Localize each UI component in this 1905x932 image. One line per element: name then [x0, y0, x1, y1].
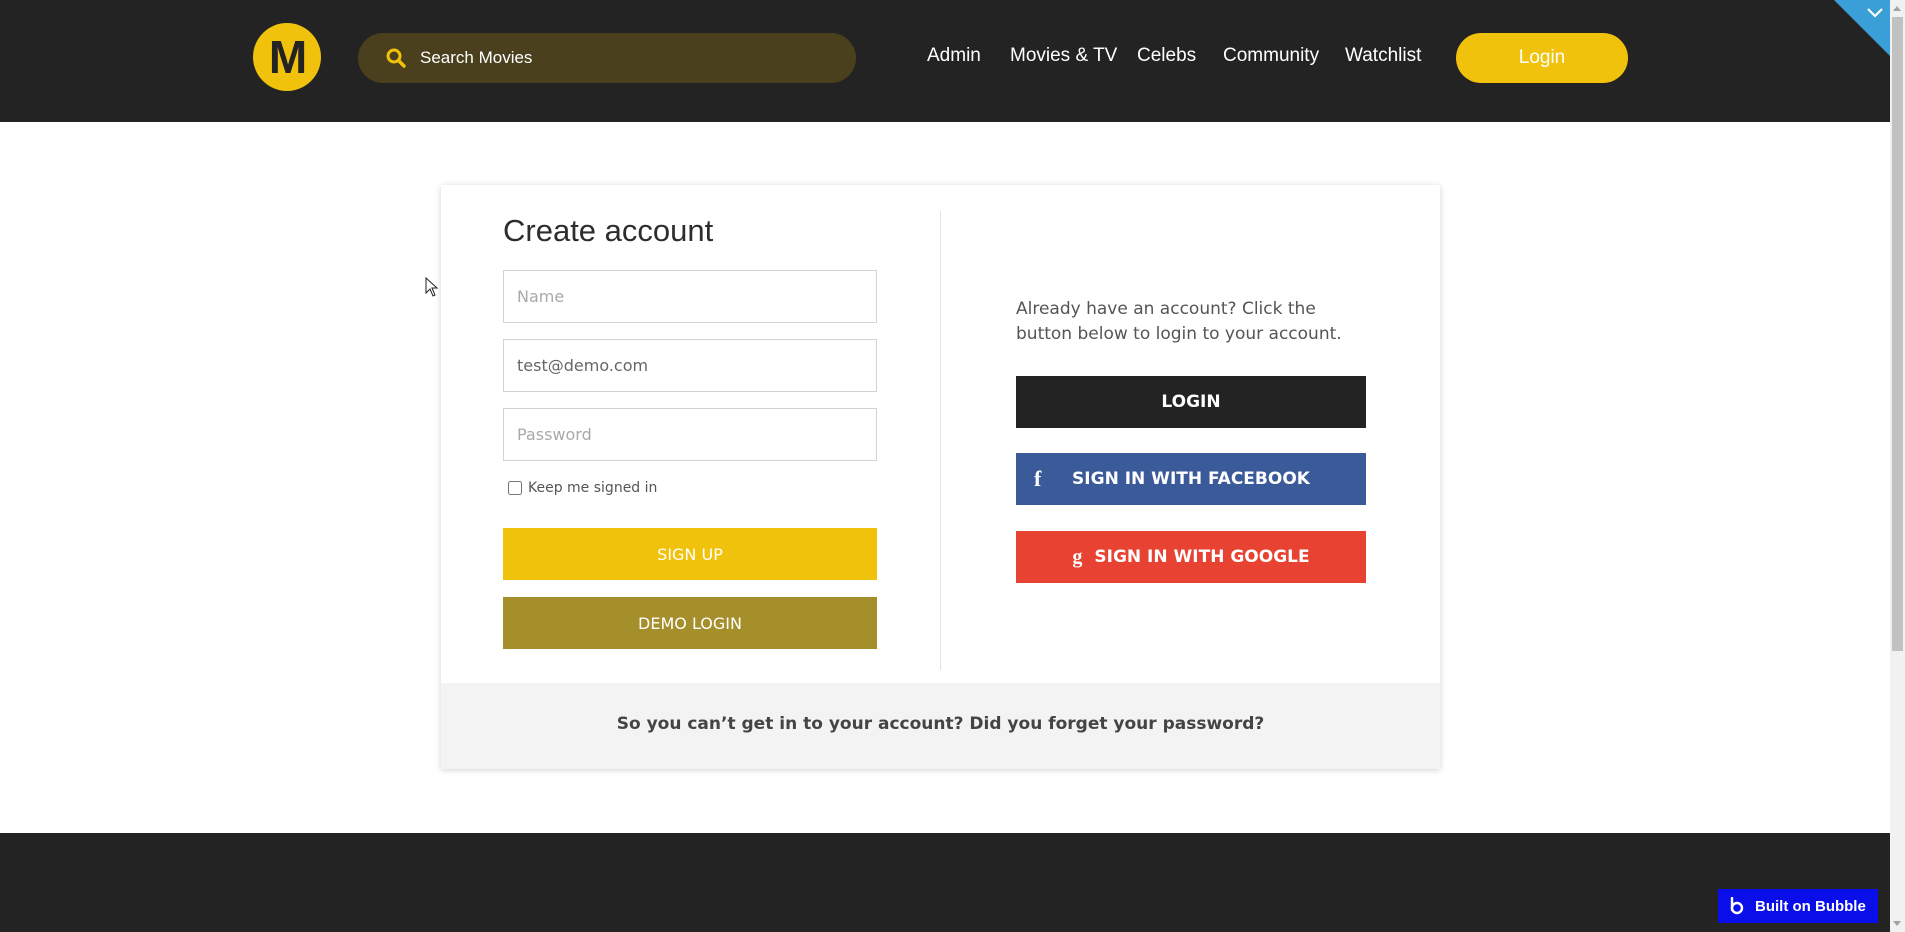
built-on-bubble-badge[interactable]: Built on Bubble: [1718, 889, 1878, 923]
keep-signed-in-checkbox[interactable]: [508, 481, 522, 495]
forgot-password-link[interactable]: So you can’t get in to your account? Did…: [441, 714, 1440, 734]
chevron-down-icon[interactable]: [1866, 6, 1884, 20]
built-on-bubble-label: Built on Bubble: [1755, 897, 1866, 915]
search-input[interactable]: [418, 47, 838, 69]
nav-movies-tv[interactable]: Movies & TV: [1010, 45, 1117, 67]
bubble-logo-icon: [1728, 897, 1746, 915]
scrollbar-thumb[interactable]: [1892, 17, 1903, 651]
page-scrollbar[interactable]: [1890, 0, 1905, 932]
keep-signed-in-row[interactable]: Keep me signed in: [508, 480, 657, 496]
facebook-icon: f: [1034, 466, 1042, 491]
email-field[interactable]: [503, 339, 877, 392]
google-signin-button[interactable]: g SIGN IN WITH GOOGLE: [1016, 531, 1366, 583]
card-divider: [940, 211, 941, 670]
keep-signed-in-label: Keep me signed in: [528, 480, 658, 496]
demo-login-button[interactable]: DEMO LOGIN: [503, 597, 877, 649]
password-field[interactable]: [503, 408, 877, 461]
top-navbar: M Admin Movies & TV Celebs Community Wat…: [0, 0, 1890, 122]
google-signin-label: SIGN IN WITH GOOGLE: [1094, 547, 1310, 567]
sign-up-button[interactable]: SIGN UP: [503, 528, 877, 580]
name-field[interactable]: [503, 270, 877, 323]
google-icon: g: [1072, 545, 1083, 568]
nav-watchlist[interactable]: Watchlist: [1345, 45, 1421, 67]
nav-celebs[interactable]: Celebs: [1137, 45, 1196, 67]
create-account-title: Create account: [503, 213, 714, 248]
nav-admin[interactable]: Admin: [927, 45, 981, 67]
already-account-text: Already have an account? Click the butto…: [1016, 299, 1342, 344]
search-bar[interactable]: [358, 33, 856, 83]
scroll-up-arrow-icon[interactable]: [1893, 6, 1901, 11]
site-logo[interactable]: M: [253, 23, 321, 91]
google-signin-content: g SIGN IN WITH GOOGLE: [1022, 532, 1360, 582]
facebook-signin-button[interactable]: f SIGN IN WITH FACEBOOK: [1016, 453, 1366, 505]
search-icon: [386, 48, 406, 68]
scroll-down-arrow-icon[interactable]: [1893, 921, 1901, 926]
login-button[interactable]: LOGIN: [1016, 376, 1366, 428]
nav-community[interactable]: Community: [1223, 45, 1319, 67]
facebook-signin-label: SIGN IN WITH FACEBOOK: [1072, 469, 1310, 489]
footer: [0, 833, 1890, 932]
header-login-button[interactable]: Login: [1456, 33, 1628, 83]
mouse-cursor-icon: [425, 277, 439, 297]
